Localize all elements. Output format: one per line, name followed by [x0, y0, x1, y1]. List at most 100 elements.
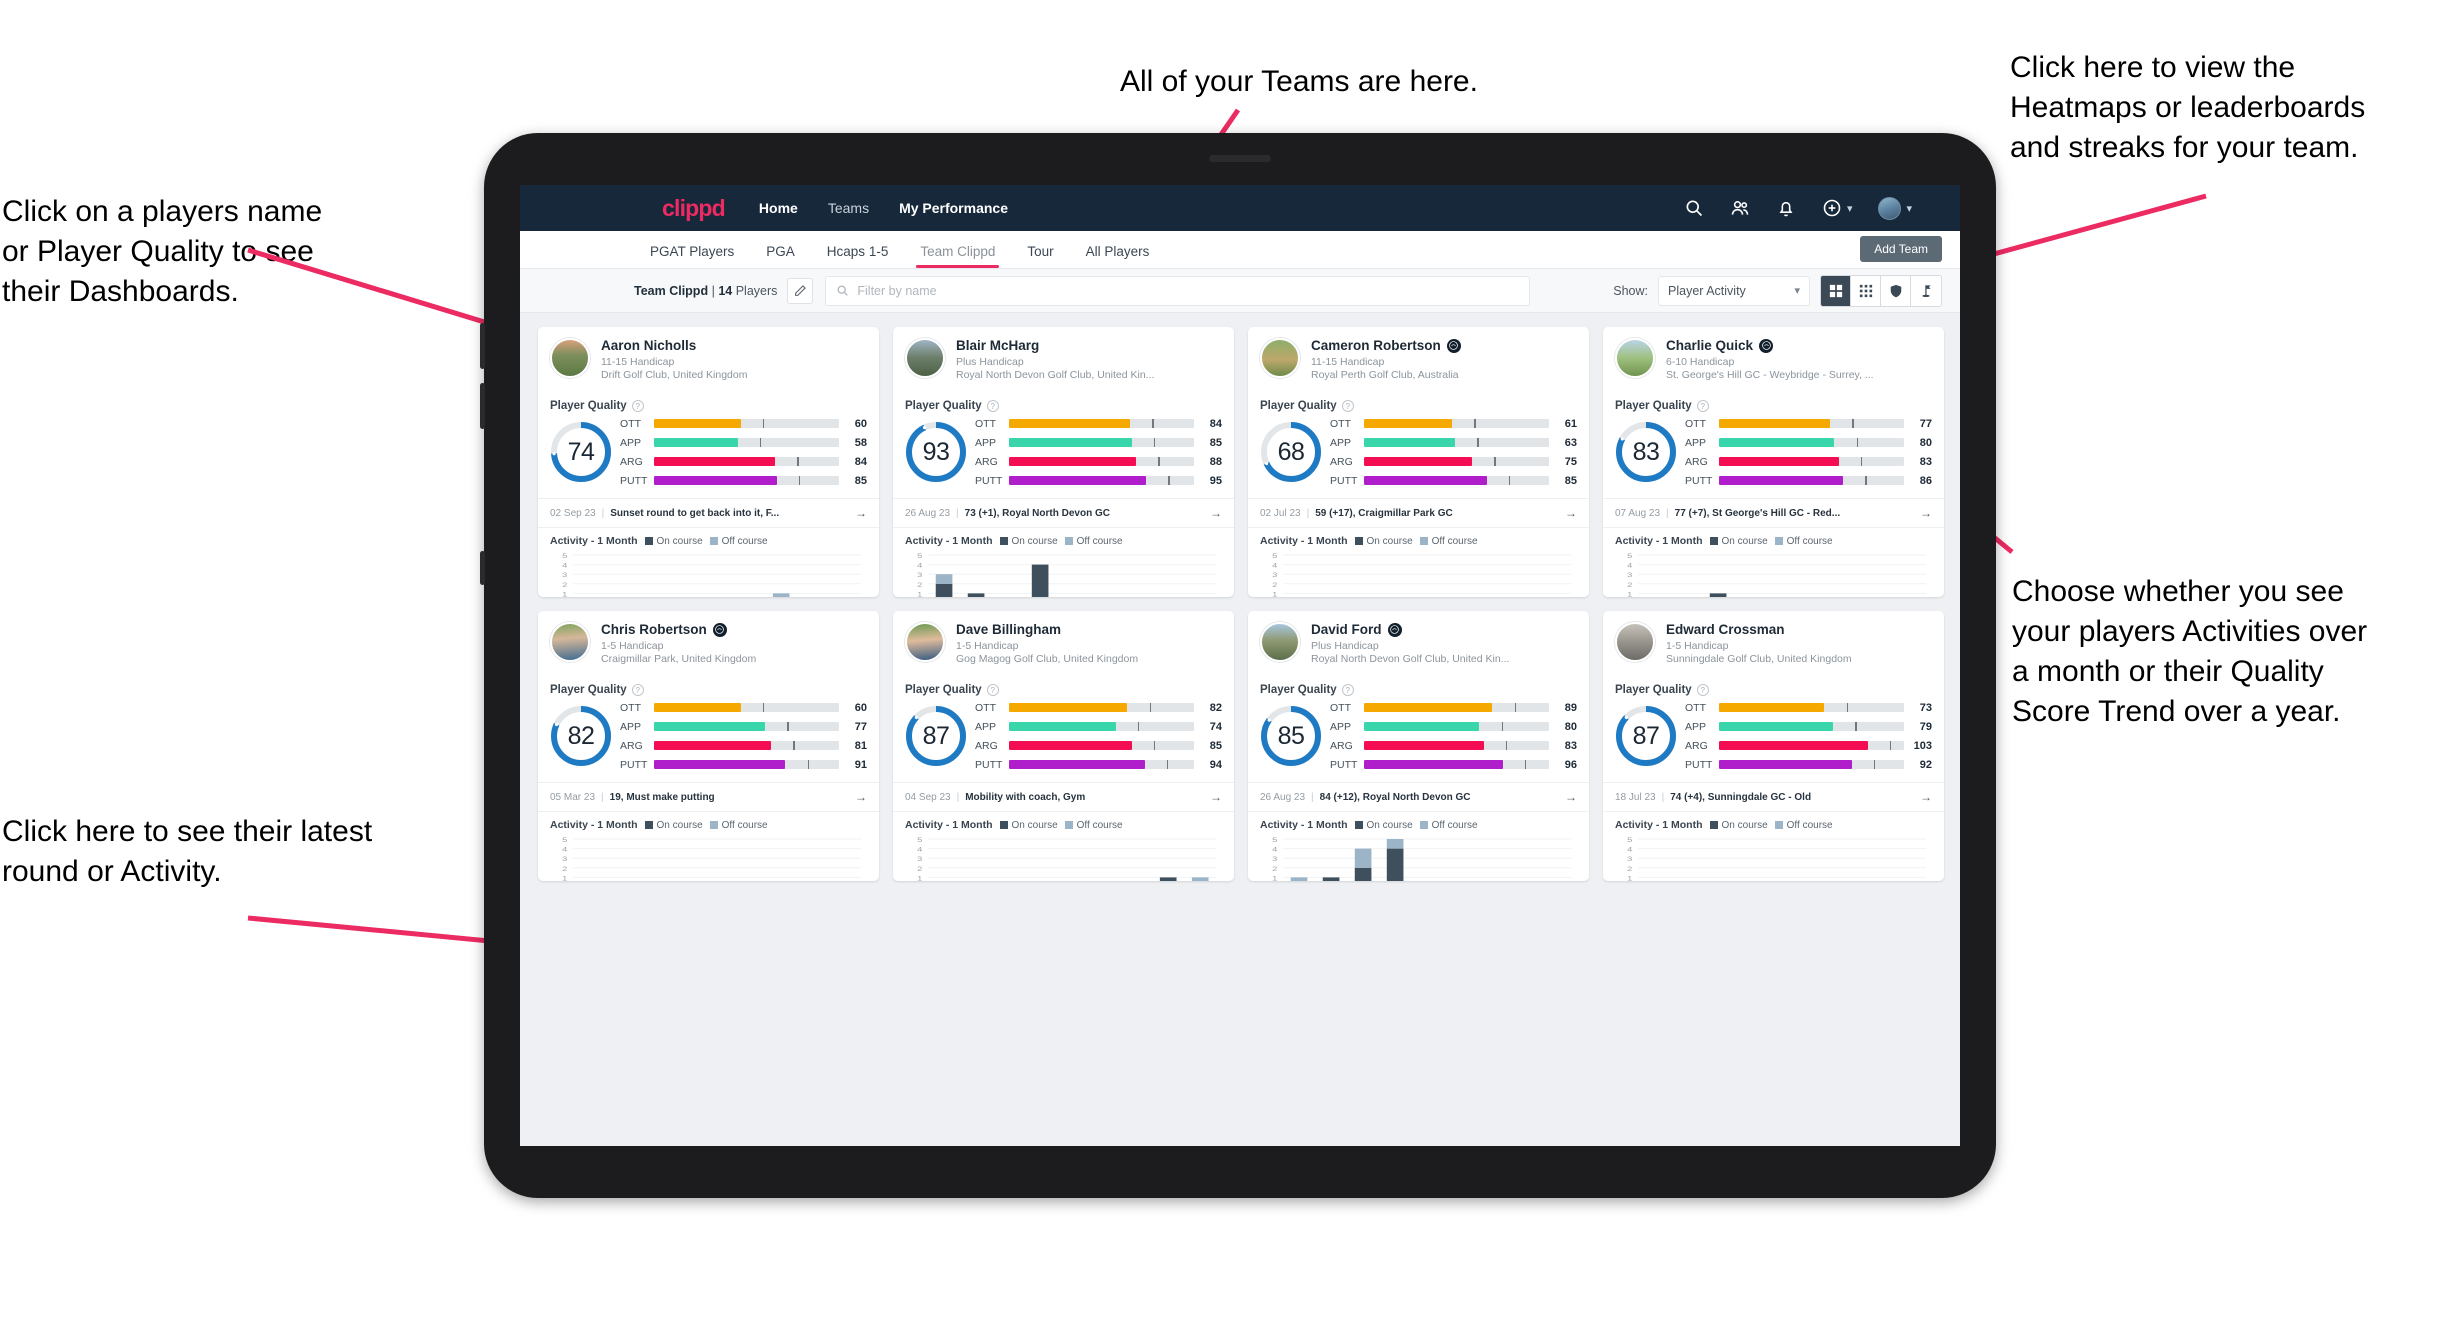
- latest-activity-row[interactable]: 26 Aug 23 | 84 (+12), Royal North Devon …: [1248, 782, 1589, 811]
- search-field-wrapper[interactable]: [825, 275, 1531, 306]
- player-name-row[interactable]: Charlie Quick: [1666, 338, 1932, 353]
- help-icon[interactable]: ?: [1696, 400, 1709, 412]
- player-quality-title[interactable]: Player Quality ?: [538, 675, 879, 696]
- arrow-right-icon[interactable]: →: [1920, 506, 1932, 520]
- quality-score-ring[interactable]: 87: [1613, 703, 1679, 769]
- player-name-row[interactable]: Blair McHarg: [956, 338, 1222, 353]
- quality-score-ring[interactable]: 93: [903, 419, 969, 485]
- quality-score-ring[interactable]: 68: [1258, 419, 1324, 485]
- player-card-header[interactable]: Blair McHarg Plus Handicap Royal North D…: [893, 327, 1234, 391]
- volume-up-button[interactable]: [480, 323, 485, 369]
- tab-hcaps-1-5[interactable]: Hcaps 1-5: [811, 244, 905, 268]
- latest-activity-row[interactable]: 05 Mar 23 | 19, Must make putting →: [538, 782, 879, 811]
- arrow-right-icon[interactable]: →: [855, 506, 867, 520]
- bell-icon[interactable]: [1776, 198, 1796, 218]
- player-name-row[interactable]: Edward Crossman: [1666, 622, 1932, 637]
- avatar[interactable]: [1878, 196, 1902, 220]
- grid-large-view-button[interactable]: [1821, 275, 1851, 306]
- plus-circle-icon[interactable]: [1822, 198, 1842, 218]
- quality-score-ring[interactable]: 85: [1258, 703, 1324, 769]
- player-name[interactable]: Edward Crossman: [1666, 622, 1785, 637]
- player-quality-title[interactable]: Player Quality ?: [893, 675, 1234, 696]
- quality-score-ring[interactable]: 74: [548, 419, 614, 485]
- arrow-right-icon[interactable]: →: [1565, 506, 1577, 520]
- player-avatar[interactable]: [905, 622, 945, 662]
- latest-activity-row[interactable]: 18 Jul 23 | 74 (+4), Sunningdale GC - Ol…: [1603, 782, 1944, 811]
- player-card[interactable]: Blair McHarg Plus Handicap Royal North D…: [893, 327, 1234, 597]
- leaderboard-view-button[interactable]: [1911, 275, 1941, 306]
- arrow-right-icon[interactable]: →: [1920, 790, 1932, 804]
- help-icon[interactable]: ?: [986, 400, 999, 412]
- player-name[interactable]: Cameron Robertson: [1311, 338, 1441, 353]
- player-card[interactable]: Edward Crossman 1-5 Handicap Sunningdale…: [1603, 611, 1944, 881]
- chevron-down-icon[interactable]: ▾: [1906, 202, 1912, 215]
- player-card-header[interactable]: David Ford Plus Handicap Royal North Dev…: [1248, 611, 1589, 675]
- help-icon[interactable]: ?: [1341, 400, 1354, 412]
- help-icon[interactable]: ?: [1696, 684, 1709, 696]
- player-quality-title[interactable]: Player Quality ?: [1248, 675, 1589, 696]
- player-card[interactable]: Charlie Quick 6-10 Handicap St. George's…: [1603, 327, 1944, 597]
- tab-pga[interactable]: PGA: [750, 244, 811, 268]
- player-card-header[interactable]: Charlie Quick 6-10 Handicap St. George's…: [1603, 327, 1944, 391]
- latest-activity-row[interactable]: 02 Jul 23 | 59 (+17), Craigmillar Park G…: [1248, 498, 1589, 527]
- heatmap-view-button[interactable]: [1881, 275, 1911, 306]
- quality-score-ring[interactable]: 87: [903, 703, 969, 769]
- add-team-button[interactable]: Add Team: [1860, 236, 1942, 262]
- player-name[interactable]: David Ford: [1311, 622, 1382, 637]
- tab-pgat-players[interactable]: PGAT Players: [634, 244, 750, 268]
- latest-activity-row[interactable]: 07 Aug 23 | 77 (+7), St George's Hill GC…: [1603, 498, 1944, 527]
- people-icon[interactable]: [1730, 198, 1750, 218]
- help-icon[interactable]: ?: [1341, 684, 1354, 696]
- edit-team-button[interactable]: [787, 277, 814, 304]
- player-card[interactable]: Aaron Nicholls 11-15 Handicap Drift Golf…: [538, 327, 879, 597]
- player-card-header[interactable]: Chris Robertson 1-5 Handicap Craigmillar…: [538, 611, 879, 675]
- chevron-down-icon[interactable]: ▾: [1847, 202, 1853, 215]
- player-card-header[interactable]: Edward Crossman 1-5 Handicap Sunningdale…: [1603, 611, 1944, 675]
- side-button[interactable]: [480, 551, 485, 585]
- player-name-row[interactable]: Chris Robertson: [601, 622, 867, 637]
- player-avatar[interactable]: [550, 622, 590, 662]
- player-card-header[interactable]: Cameron Robertson 11-15 Handicap Royal P…: [1248, 327, 1589, 391]
- arrow-right-icon[interactable]: →: [1210, 790, 1222, 804]
- search-icon[interactable]: [1684, 198, 1704, 218]
- quality-score-ring[interactable]: 83: [1613, 419, 1679, 485]
- player-card[interactable]: David Ford Plus Handicap Royal North Dev…: [1248, 611, 1589, 881]
- show-select[interactable]: Player Activity ▾: [1658, 275, 1810, 306]
- help-icon[interactable]: ?: [631, 400, 644, 412]
- player-name[interactable]: Aaron Nicholls: [601, 338, 696, 353]
- player-name-row[interactable]: Cameron Robertson: [1311, 338, 1577, 353]
- nav-home[interactable]: Home: [759, 200, 798, 216]
- latest-activity-row[interactable]: 02 Sep 23 | Sunset round to get back int…: [538, 498, 879, 527]
- player-card[interactable]: Dave Billingham 1-5 Handicap Gog Magog G…: [893, 611, 1234, 881]
- player-avatar[interactable]: [1260, 338, 1300, 378]
- player-name[interactable]: Blair McHarg: [956, 338, 1039, 353]
- latest-activity-row[interactable]: 04 Sep 23 | Mobility with coach, Gym →: [893, 782, 1234, 811]
- quality-score-ring[interactable]: 82: [548, 703, 614, 769]
- grid-small-view-button[interactable]: [1851, 275, 1881, 306]
- tab-all-players[interactable]: All Players: [1070, 244, 1166, 268]
- player-card-header[interactable]: Dave Billingham 1-5 Handicap Gog Magog G…: [893, 611, 1234, 675]
- player-avatar[interactable]: [1615, 338, 1655, 378]
- player-avatar[interactable]: [550, 338, 590, 378]
- player-card[interactable]: Chris Robertson 1-5 Handicap Craigmillar…: [538, 611, 879, 881]
- player-card-header[interactable]: Aaron Nicholls 11-15 Handicap Drift Golf…: [538, 327, 879, 391]
- player-name[interactable]: Charlie Quick: [1666, 338, 1753, 353]
- latest-activity-row[interactable]: 26 Aug 23 | 73 (+1), Royal North Devon G…: [893, 498, 1234, 527]
- search-input[interactable]: [857, 283, 1520, 298]
- nav-teams[interactable]: Teams: [828, 200, 869, 216]
- arrow-right-icon[interactable]: →: [1565, 790, 1577, 804]
- player-name-row[interactable]: David Ford: [1311, 622, 1577, 637]
- player-quality-title[interactable]: Player Quality ?: [1603, 675, 1944, 696]
- tab-team-clippd[interactable]: Team Clippd: [904, 244, 1011, 268]
- player-name[interactable]: Chris Robertson: [601, 622, 707, 637]
- arrow-right-icon[interactable]: →: [1210, 506, 1222, 520]
- player-name-row[interactable]: Aaron Nicholls: [601, 338, 867, 353]
- player-quality-title[interactable]: Player Quality ?: [1603, 391, 1944, 412]
- player-card[interactable]: Cameron Robertson 11-15 Handicap Royal P…: [1248, 327, 1589, 597]
- nav-my-performance[interactable]: My Performance: [899, 200, 1008, 216]
- help-icon[interactable]: ?: [631, 684, 644, 696]
- clippd-logo[interactable]: clippd: [662, 195, 726, 222]
- help-icon[interactable]: ?: [986, 684, 999, 696]
- player-quality-title[interactable]: Player Quality ?: [1248, 391, 1589, 412]
- player-name-row[interactable]: Dave Billingham: [956, 622, 1222, 637]
